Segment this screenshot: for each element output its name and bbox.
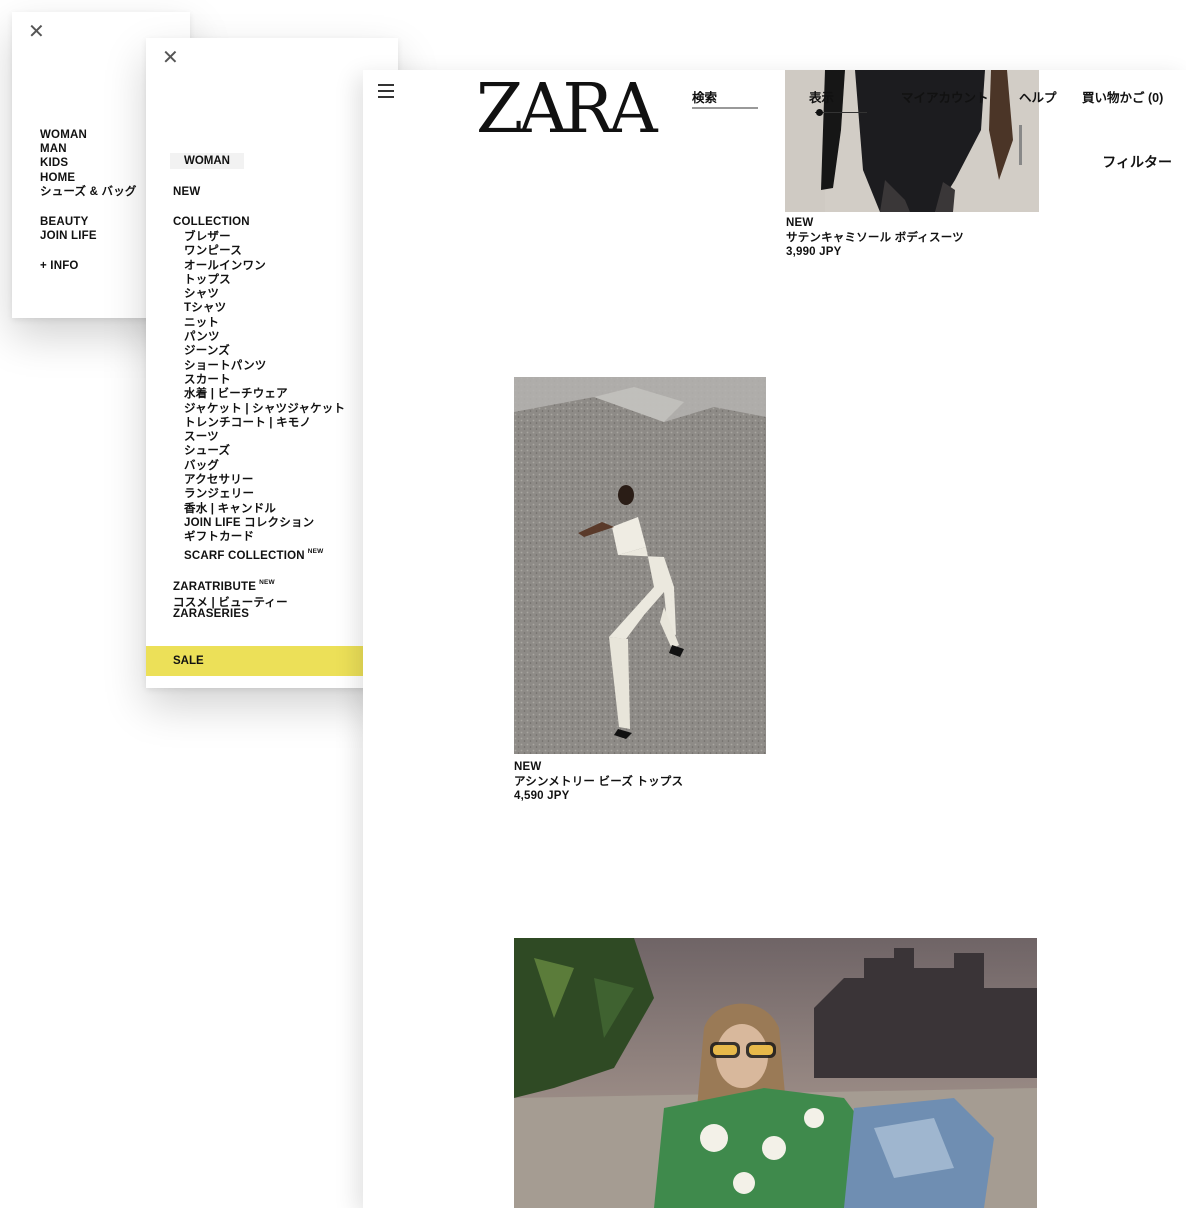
filter-button[interactable]: フィルター (1102, 152, 1172, 172)
collection-item[interactable]: ジャケット | シャツジャケット (184, 402, 345, 416)
collection-item[interactable]: トレンチコート | キモノ (184, 416, 345, 430)
menu-item-new[interactable]: NEW (173, 186, 200, 198)
product-price: 3,990 JPY (786, 246, 842, 258)
collection-item[interactable]: ニット (184, 316, 345, 330)
close-icon[interactable]: ✕ (28, 21, 45, 41)
menu-item-beauty[interactable]: BEAUTY (40, 215, 137, 229)
view-link[interactable]: 表示 (809, 87, 834, 106)
menu-item-join-life[interactable]: JOIN LIFE (40, 229, 137, 243)
menu-item-info[interactable]: + INFO (40, 259, 137, 273)
collection-item[interactable]: オールインワン (184, 259, 345, 273)
collection-item[interactable]: 水着 | ビーチウェア (184, 387, 345, 401)
menu-item-woman[interactable]: WOMAN (40, 128, 137, 142)
menu-item-zaratribute[interactable]: ZARATRIBUTE NEW (173, 579, 275, 593)
collection-item[interactable]: ギフトカード (184, 530, 345, 544)
sale-banner[interactable]: SALE (146, 646, 398, 676)
collection-item[interactable]: シャツ (184, 287, 345, 301)
scarf-label: SCARF COLLECTION (184, 549, 305, 562)
tab-woman[interactable]: WOMAN (170, 153, 244, 169)
menu-item-shoes-bags[interactable]: シューズ & バッグ (40, 185, 137, 199)
collection-item[interactable]: バッグ (184, 459, 345, 473)
collection-item[interactable]: パンツ (184, 330, 345, 344)
search-underline (692, 107, 758, 109)
zaratribute-label: ZARATRIBUTE (173, 581, 257, 593)
main-category-list: WOMAN MAN KIDS HOME シューズ & バッグ BEAUTY JO… (40, 128, 137, 274)
collection-list: ブレザー ワンピース オールインワン トップス シャツ Tシャツ ニット パンツ… (184, 230, 345, 563)
collection-item[interactable]: スーツ (184, 430, 345, 444)
account-link[interactable]: マイアカウント (901, 87, 989, 106)
product-price: 4,590 JPY (514, 790, 570, 802)
product-caption[interactable]: NEW サテンキャミソール ボディスーツ 3,990 JPY (786, 216, 964, 260)
main-page: ZARA 検索 表示 マイアカウント ヘルプ 買い物かご (0) フィルター N… (363, 70, 1186, 1208)
collection-item[interactable]: ランジェリー (184, 487, 345, 501)
collection-item[interactable]: アクセサリー (184, 473, 345, 487)
menu-item-home[interactable]: HOME (40, 171, 137, 185)
collection-item[interactable]: トップス (184, 273, 345, 287)
new-badge: NEW (307, 547, 324, 555)
product-name: サテンキャミソール ボディスーツ (786, 231, 964, 244)
collection-item[interactable]: ワンピース (184, 244, 345, 258)
product-name: アシンメトリー ビーズ トップス (514, 775, 684, 788)
zara-logo[interactable]: ZARA (476, 76, 658, 144)
menu-item-kids[interactable]: KIDS (40, 156, 137, 170)
menu-item-zaraseries[interactable]: ZARASERIES (173, 608, 249, 620)
collection-item-scarf[interactable]: SCARF COLLECTION NEW (184, 545, 345, 563)
sale-label: SALE (173, 655, 204, 667)
view-slider-handle[interactable] (816, 109, 823, 116)
product-caption[interactable]: NEW アシンメトリー ビーズ トップス 4,590 JPY (514, 760, 683, 804)
product-image-print-shirt[interactable] (514, 938, 1037, 1208)
new-badge: NEW (259, 579, 275, 586)
product-badge: NEW (786, 217, 814, 229)
collection-item[interactable]: ジーンズ (184, 344, 345, 358)
hamburger-menu-icon[interactable] (378, 84, 394, 102)
collection-item[interactable]: ブレザー (184, 230, 345, 244)
menu-panel-level2: ✕ WOMAN NEW COLLECTION ブレザー ワンピース オールインワ… (146, 38, 398, 688)
collection-item[interactable]: JOIN LIFE コレクション (184, 516, 345, 530)
product-image-beads-top[interactable] (514, 377, 766, 754)
menu-item-collection[interactable]: COLLECTION (173, 216, 250, 228)
search-link[interactable]: 検索 (692, 87, 717, 106)
collection-item[interactable]: シューズ (184, 444, 345, 458)
collection-item[interactable]: 香水 | キャンドル (184, 502, 345, 516)
menu-item-man[interactable]: MAN (40, 142, 137, 156)
collection-item[interactable]: ショートパンツ (184, 359, 345, 373)
help-link[interactable]: ヘルプ (1019, 87, 1057, 106)
close-icon[interactable]: ✕ (162, 47, 179, 67)
collection-item[interactable]: スカート (184, 373, 345, 387)
collection-item[interactable]: Tシャツ (184, 301, 345, 315)
cart-link[interactable]: 買い物かご (0) (1082, 87, 1163, 106)
product-badge: NEW (514, 761, 542, 773)
